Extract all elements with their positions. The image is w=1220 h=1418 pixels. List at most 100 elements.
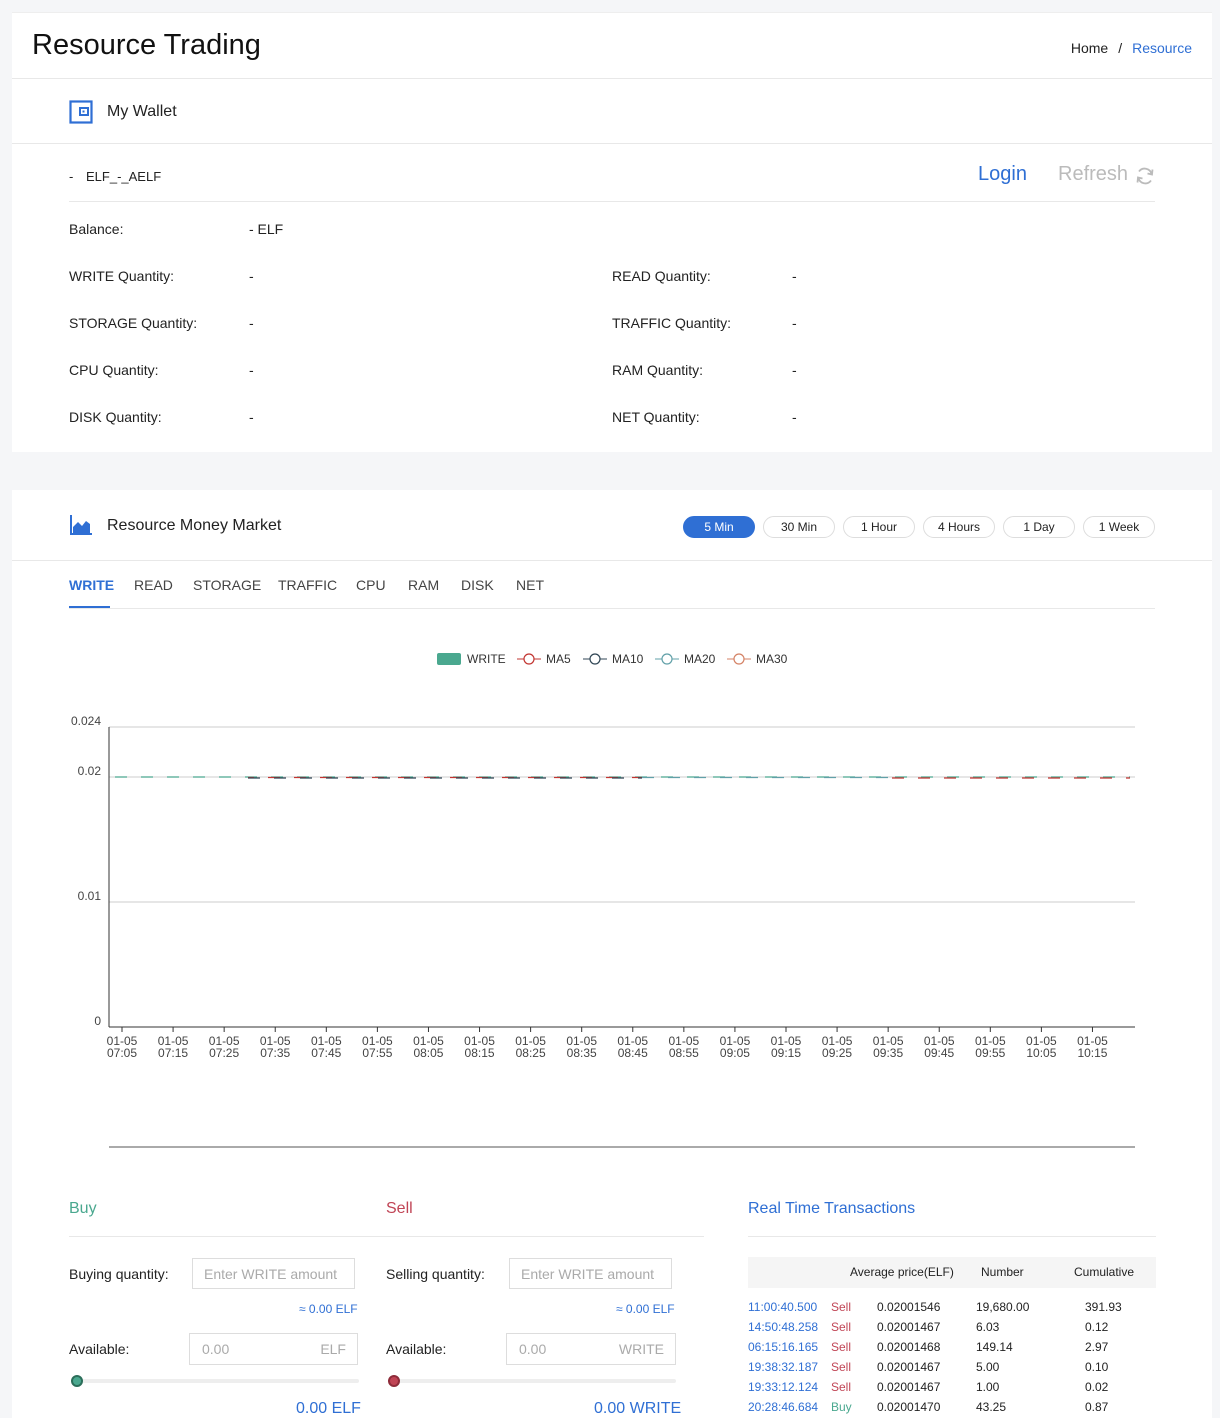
- buy-available-label: Available:: [69, 1341, 130, 1357]
- refresh-icon[interactable]: [1135, 166, 1155, 191]
- chart-legend: WRITE MA5 MA10 MA20 MA30: [437, 652, 788, 666]
- sell-available-field[interactable]: 0.00 WRITE: [506, 1333, 676, 1365]
- x-tick-time: 09:05: [720, 1046, 750, 1060]
- interval-5min[interactable]: 5 Min: [683, 516, 755, 538]
- transaction-price: 0.02001467: [877, 1380, 941, 1394]
- account-dash: -: [69, 169, 74, 184]
- buy-available-value: 0.00: [202, 1341, 230, 1357]
- legend-label: MA30: [756, 652, 788, 666]
- breadcrumb: Home / Resource: [1071, 40, 1192, 56]
- tab-net[interactable]: NET: [516, 577, 544, 593]
- buy-slider-handle[interactable]: [71, 1375, 83, 1387]
- tab-write[interactable]: WRITE: [69, 577, 114, 593]
- buy-available-field[interactable]: 0.00 ELF: [189, 1333, 358, 1365]
- buy-title: Buy: [69, 1200, 97, 1217]
- sell-slider-handle[interactable]: [388, 1375, 400, 1387]
- header-number: Number: [981, 1265, 1024, 1279]
- legend-item-write: WRITE: [437, 652, 506, 666]
- legend-item-ma30: MA30: [727, 652, 788, 666]
- tab-ram[interactable]: RAM: [408, 577, 439, 593]
- interval-4hours[interactable]: 4 Hours: [923, 516, 995, 538]
- sell-slider-track[interactable]: [394, 1379, 676, 1383]
- transaction-type: Sell: [831, 1380, 852, 1394]
- divider: [748, 1236, 1156, 1237]
- buy-available-unit: ELF: [320, 1341, 346, 1357]
- transaction-time: 19:38:32.187: [748, 1360, 819, 1374]
- price-chart[interactable]: WRITE MA5 MA10 MA20 MA30 0.024 0.02 0.01 0 01-0…: [12, 630, 1212, 1160]
- legend-item-ma10: MA10: [583, 652, 644, 666]
- x-tick-time: 09:15: [771, 1046, 801, 1060]
- quantity-label-traffic: TRAFFIC Quantity:: [612, 315, 732, 331]
- transaction-type: Sell: [831, 1360, 852, 1374]
- transaction-row: 20:28:46.684 Buy 0.02001470 43.25 0.87: [748, 1397, 1156, 1417]
- x-tick-time: 08:25: [516, 1046, 546, 1060]
- sell-available-value: 0.00: [519, 1341, 547, 1357]
- interval-1week[interactable]: 1 Week: [1083, 516, 1155, 538]
- transaction-time: 20:28:46.684: [748, 1400, 819, 1414]
- sell-qty-label: Selling quantity:: [386, 1266, 485, 1282]
- transaction-time: 06:15:16.165: [748, 1340, 819, 1354]
- x-axis-labels: 01-0507:0501-0507:1501-0507:2501-0507:35…: [107, 1027, 1108, 1060]
- breadcrumb-home[interactable]: Home: [1071, 40, 1108, 56]
- transaction-cumulative: 0.02: [1085, 1380, 1109, 1394]
- quantity-label-storage: STORAGE Quantity:: [69, 315, 198, 331]
- x-tick-time: 07:55: [362, 1046, 392, 1060]
- sell-total: 0.00 WRITE: [594, 1400, 682, 1417]
- x-tick-time: 07:25: [209, 1046, 239, 1060]
- login-button[interactable]: Login: [978, 163, 1027, 186]
- x-tick-time: 09:25: [822, 1046, 852, 1060]
- tab-read[interactable]: READ: [134, 577, 173, 593]
- transaction-cumulative: 0.12: [1085, 1320, 1109, 1334]
- tab-disk[interactable]: DISK: [461, 577, 494, 593]
- x-tick-time: 07:15: [158, 1046, 188, 1060]
- buy-approx: ≈ 0.00 ELF: [299, 1302, 358, 1316]
- market-title: Resource Money Market: [107, 517, 282, 534]
- refresh-button[interactable]: Refresh: [1058, 163, 1128, 186]
- quantity-label-net: NET Quantity:: [612, 409, 700, 425]
- wallet-icon: [69, 100, 93, 129]
- tab-cpu[interactable]: CPU: [356, 577, 386, 593]
- quantity-value-ram: -: [792, 362, 797, 378]
- buy-qty-label: Buying quantity:: [69, 1266, 169, 1282]
- x-tick-time: 07:35: [260, 1046, 290, 1060]
- breadcrumb-current[interactable]: Resource: [1132, 40, 1192, 56]
- transaction-price: 0.02001470: [877, 1400, 941, 1414]
- buy-qty-input[interactable]: [192, 1258, 355, 1289]
- sell-title: Sell: [386, 1200, 413, 1217]
- tab-traffic[interactable]: TRAFFIC: [278, 577, 337, 593]
- legend-item-ma20: MA20: [655, 652, 716, 666]
- sell-approx: ≈ 0.00 ELF: [616, 1302, 675, 1316]
- legend-label: WRITE: [467, 652, 506, 666]
- tab-storage[interactable]: STORAGE: [193, 577, 261, 593]
- interval-1hour[interactable]: 1 Hour: [843, 516, 915, 538]
- divider: [12, 143, 1212, 144]
- interval-30min[interactable]: 30 Min: [763, 516, 835, 538]
- legend-label: MA5: [546, 652, 571, 666]
- y-tick-label: 0.01: [78, 889, 102, 903]
- transaction-row: 11:00:40.500 Sell 0.02001546 19,680.00 391.9…: [748, 1297, 1156, 1317]
- transaction-row: 19:33:12.124 Sell 0.02001467 1.00 0.02: [748, 1377, 1156, 1397]
- buy-slider-track[interactable]: [77, 1379, 359, 1383]
- account-name: ELF_-_AELF: [86, 169, 162, 184]
- y-tick-label: 0.024: [71, 714, 101, 728]
- page-title: Resource Trading: [32, 29, 261, 61]
- transaction-cumulative: 391.93: [1085, 1300, 1122, 1314]
- transaction-type: Sell: [831, 1300, 852, 1314]
- legend-label: MA10: [612, 652, 644, 666]
- transaction-number: 19,680.00: [976, 1300, 1030, 1314]
- interval-1day[interactable]: 1 Day: [1003, 516, 1075, 538]
- quantity-label-write: WRITE Quantity:: [69, 268, 175, 284]
- transactions-header: Average price(ELF) Number Cumulative: [748, 1257, 1156, 1288]
- x-tick-time: 08:45: [618, 1046, 648, 1060]
- quantity-value-cpu: -: [249, 362, 254, 378]
- transaction-time: 19:33:12.124: [748, 1380, 819, 1394]
- x-tick-time: 08:15: [465, 1046, 495, 1060]
- sell-qty-input[interactable]: [509, 1258, 672, 1289]
- divider: [69, 1236, 704, 1237]
- x-tick-time: 09:45: [924, 1046, 954, 1060]
- quantity-value-traffic: -: [792, 315, 797, 331]
- y-axis-labels: 0.024 0.02 0.01 0: [71, 714, 101, 1028]
- transaction-price: 0.02001467: [877, 1360, 941, 1374]
- chart-area-icon: [69, 514, 93, 541]
- quantity-value-disk: -: [249, 409, 254, 425]
